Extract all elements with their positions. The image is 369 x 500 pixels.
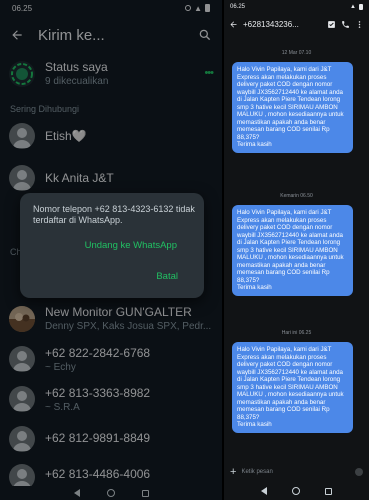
- contact-number: +6281343236...: [243, 19, 299, 29]
- signal-icon: ▲: [350, 4, 356, 10]
- message-bubble[interactable]: Halo Vivin Papilaya, kami dari J&T Expre…: [232, 62, 353, 153]
- select-checkbox-icon[interactable]: [327, 20, 336, 29]
- compose-bar: + Ketik pesan: [224, 462, 369, 482]
- compose-input[interactable]: Ketik pesan: [241, 469, 350, 475]
- phone-icon[interactable]: [341, 20, 350, 29]
- message-bubble[interactable]: Halo Vivin Papilaya, kami dari J&T Expre…: [232, 342, 353, 433]
- recents-nav-icon[interactable]: [325, 487, 333, 495]
- back-nav-icon[interactable]: [260, 487, 267, 495]
- not-registered-dialog: Nomor telepon +62 813-4323-6132 tidak te…: [20, 193, 204, 298]
- home-nav-icon[interactable]: [291, 487, 300, 495]
- send-icon[interactable]: [355, 468, 363, 476]
- dialog-message: Nomor telepon +62 813-4323-6132 tidak te…: [33, 204, 195, 225]
- battery-icon: [359, 4, 363, 10]
- date-separator: Hari ini 06.25: [281, 330, 312, 336]
- more-vert-icon[interactable]: [355, 20, 364, 29]
- invite-button[interactable]: Undang ke WhatsApp: [85, 240, 177, 251]
- status-bar: 06.25 ▲: [224, 0, 369, 14]
- status-time: 06.25: [230, 4, 246, 10]
- thread-header: +6281343236...: [224, 14, 369, 34]
- date-separator: 12 Mar 07.10: [281, 50, 312, 56]
- whatsapp-pane: 06.25 ▲ Kirim ke... Status saya 9 dikecu…: [0, 0, 222, 500]
- add-attachment-icon[interactable]: +: [230, 466, 236, 478]
- message-bubble[interactable]: Halo Vivin Papilaya, kami dari J&T Expre…: [232, 205, 353, 296]
- cancel-button[interactable]: Batal: [156, 271, 178, 282]
- messages-pane: 06.25 ▲ +6281343236... 12 Mar 07.10 Halo…: [224, 0, 369, 500]
- navigation-bar: [224, 484, 369, 498]
- back-arrow-icon[interactable]: [229, 20, 238, 29]
- date-separator: Kemarin 06.50: [280, 193, 313, 199]
